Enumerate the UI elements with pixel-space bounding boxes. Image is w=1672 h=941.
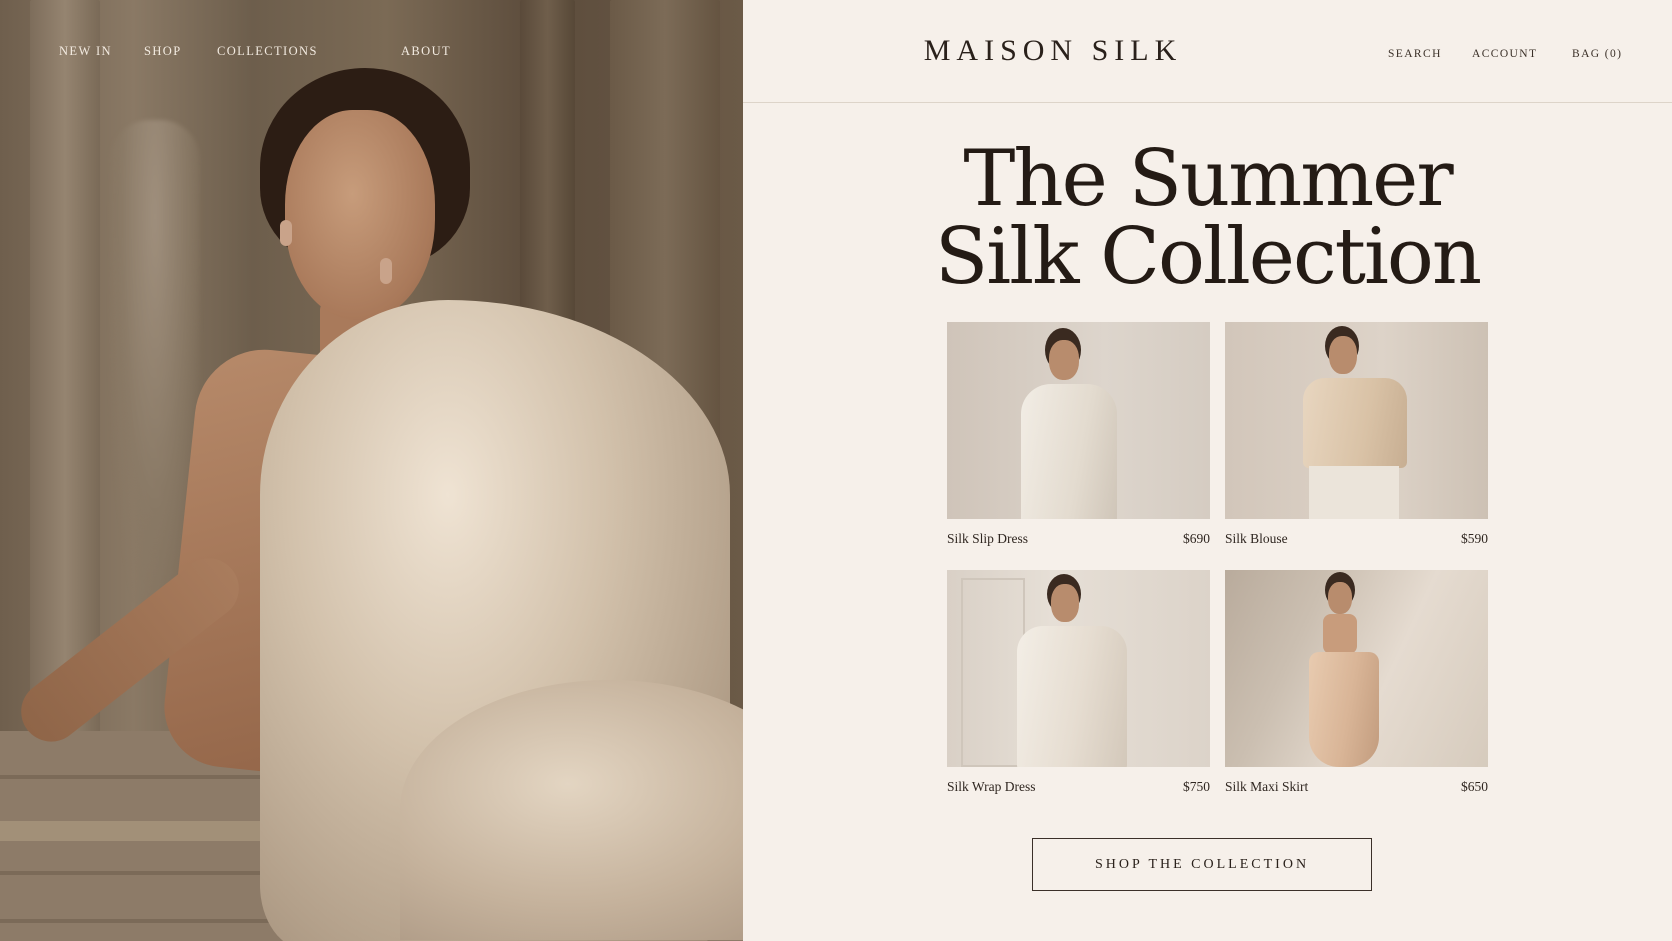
model-face xyxy=(1328,582,1352,614)
product-name[interactable]: Silk Maxi Skirt xyxy=(1225,779,1308,795)
product-price: $690 xyxy=(1183,531,1210,546)
bag-link[interactable]: BAG (0) xyxy=(1572,48,1622,60)
title-line-1: The Summer xyxy=(963,134,1453,224)
wall-panel xyxy=(961,578,1025,767)
product-meta: Silk Slip Dress $690 xyxy=(947,531,1210,547)
model-figure xyxy=(9,60,743,941)
product-meta: Silk Wrap Dress $750 xyxy=(947,779,1210,795)
hero-image: NEW IN SHOP COLLECTIONS ABOUT xyxy=(0,0,743,941)
shop-collection-button[interactable]: SHOP THE COLLECTION xyxy=(1032,838,1372,891)
wrap-dress xyxy=(1017,626,1127,767)
site-header: MAISON SILK SEARCH ACCOUNT BAG (0) xyxy=(743,0,1672,103)
model-face xyxy=(1329,336,1357,374)
product-price: $750 xyxy=(1183,779,1210,794)
maxi-skirt xyxy=(1309,652,1379,767)
product-name[interactable]: Silk Wrap Dress xyxy=(947,779,1035,795)
title-line-2: Silk Collection xyxy=(934,212,1482,302)
slip-dress xyxy=(1021,384,1117,519)
model-face xyxy=(1051,584,1079,622)
product-card[interactable]: Silk Slip Dress $690 xyxy=(947,322,1210,547)
product-card[interactable]: Silk Maxi Skirt $650 xyxy=(1225,570,1488,795)
model-face xyxy=(1049,340,1079,380)
product-name[interactable]: Silk Blouse xyxy=(1225,531,1288,547)
product-price: $650 xyxy=(1461,779,1488,794)
silk-top xyxy=(1323,614,1357,654)
page-title: The Summer Silk Collection xyxy=(743,140,1672,296)
search-link[interactable]: SEARCH xyxy=(1388,48,1442,60)
nav-shop[interactable]: SHOP xyxy=(144,44,182,59)
product-card[interactable]: Silk Wrap Dress $750 xyxy=(947,570,1210,795)
product-card[interactable]: Silk Blouse $590 xyxy=(1225,322,1488,547)
product-image[interactable] xyxy=(1225,322,1488,519)
product-name[interactable]: Silk Slip Dress xyxy=(947,531,1028,547)
product-image[interactable] xyxy=(947,570,1210,767)
earring xyxy=(280,220,292,246)
brand-logo[interactable]: MAISON SILK xyxy=(743,34,1363,68)
silk-blouse xyxy=(1303,378,1407,468)
product-meta: Silk Blouse $590 xyxy=(1225,531,1488,547)
product-image[interactable] xyxy=(947,322,1210,519)
model-face xyxy=(285,110,435,320)
nav-collections[interactable]: COLLECTIONS xyxy=(217,44,318,59)
product-meta: Silk Maxi Skirt $650 xyxy=(1225,779,1488,795)
product-image[interactable] xyxy=(1225,570,1488,767)
content-panel: MAISON SILK SEARCH ACCOUNT BAG (0) The S… xyxy=(743,0,1672,941)
trousers xyxy=(1309,466,1399,519)
earring xyxy=(380,258,392,284)
nav-new-in[interactable]: NEW IN xyxy=(59,44,112,59)
product-price: $590 xyxy=(1461,531,1488,546)
nav-about[interactable]: ABOUT xyxy=(401,44,451,59)
account-link[interactable]: ACCOUNT xyxy=(1472,48,1537,60)
